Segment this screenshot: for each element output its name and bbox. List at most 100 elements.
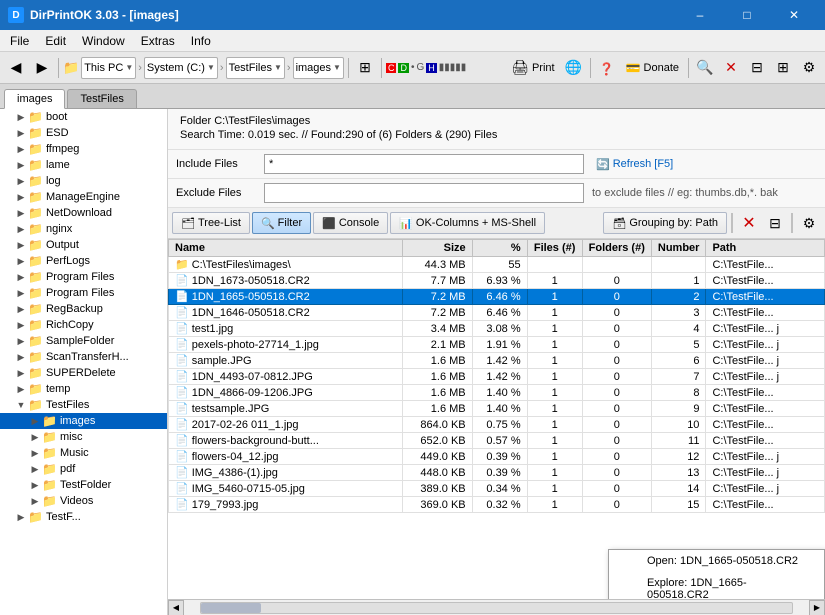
table-row[interactable]: 📄sample.JPG 1.6 MB 1.42 % 1 0 6 C:\TestF… <box>169 353 825 369</box>
tab-images[interactable]: images <box>4 89 65 109</box>
tree-item[interactable]: ▶ 📁 TestFolder <box>0 477 167 493</box>
console-button[interactable]: ⬛ Console <box>313 212 388 234</box>
table-row[interactable]: 📄pexels-photo-27714_1.jpg 2.1 MB 1.91 % … <box>169 337 825 353</box>
tree-expand-icon[interactable]: ▶ <box>28 414 42 428</box>
tree-item[interactable]: ▶ 📁 images <box>0 413 167 429</box>
tree-item[interactable]: ▶ 📁 lame <box>0 157 167 173</box>
refresh-button[interactable]: 🔄 Refresh [F5] <box>592 156 677 173</box>
table-row[interactable]: 📄flowers-04_12.jpg 449.0 KB 0.39 % 1 0 1… <box>169 449 825 465</box>
tree-item[interactable]: ▶ 📁 misc <box>0 429 167 445</box>
tree-expand-icon[interactable]: ▶ <box>28 478 42 492</box>
tree-expand-icon[interactable]: ▶ <box>14 286 28 300</box>
tree-item[interactable]: ▶ 📁 Music <box>0 445 167 461</box>
tree-expand-icon[interactable]: ▼ <box>14 398 28 412</box>
tree-item[interactable]: ▶ 📁 RegBackup <box>0 301 167 317</box>
drive-d[interactable]: D <box>398 63 409 73</box>
minimize-button[interactable]: – <box>677 0 723 30</box>
back-button[interactable]: ◀ <box>4 56 28 80</box>
table-row[interactable]: 📄2017-02-26 011_1.jpg 864.0 KB 0.75 % 1 … <box>169 417 825 433</box>
tree-item[interactable]: ▶ 📁 temp <box>0 381 167 397</box>
testfiles-dropdown[interactable]: TestFiles ▼ <box>226 57 285 79</box>
thispc-dropdown[interactable]: This PC ▼ <box>81 57 136 79</box>
tree-item[interactable]: ▶ 📁 TestF... <box>0 509 167 525</box>
ctx-open[interactable]: Open: 1DN_1665-050518.CR2 <box>609 550 824 572</box>
tree-item[interactable]: ▶ 📁 ScanTransferH... <box>0 349 167 365</box>
forward-button[interactable]: ▶ <box>30 56 54 80</box>
col-pct[interactable]: % <box>472 240 527 257</box>
tree-item[interactable]: ▶ 📁 Program Files <box>0 269 167 285</box>
close-button[interactable]: ✕ <box>771 0 817 30</box>
tree-expand-icon[interactable]: ▶ <box>14 318 28 332</box>
system-dropdown[interactable]: System (C:) ▼ <box>144 57 218 79</box>
exclude-input[interactable] <box>264 183 584 203</box>
more-button2[interactable]: ⊞ <box>771 56 795 80</box>
menu-info[interactable]: Info <box>183 32 219 50</box>
table-row[interactable]: 📄test1.jpg 3.4 MB 3.08 % 1 0 4 C:\TestFi… <box>169 321 825 337</box>
tree-expand-icon[interactable]: ▶ <box>14 206 28 220</box>
tree-item[interactable]: ▶ 📁 pdf <box>0 461 167 477</box>
tree-expand-icon[interactable]: ▶ <box>14 238 28 252</box>
tree-item[interactable]: ▶ 📁 Videos <box>0 493 167 509</box>
drive-c[interactable]: C <box>386 63 397 73</box>
tree-item[interactable]: ▶ 📁 ManageEngine <box>0 189 167 205</box>
tree-expand-icon[interactable]: ▶ <box>28 446 42 460</box>
table-area[interactable]: Name Size % Files (#) Folders (#) Number… <box>168 239 825 599</box>
table-row[interactable]: 📄1DN_1665-050518.CR2 7.2 MB 6.46 % 1 0 2… <box>169 289 825 305</box>
tree-expand-icon[interactable]: ▶ <box>14 174 28 188</box>
tree-expand-icon[interactable]: ▶ <box>14 110 28 124</box>
sub-settings-button[interactable]: ⚙ <box>797 211 821 235</box>
tree-expand-icon[interactable]: ▶ <box>14 350 28 364</box>
tree-expand-icon[interactable]: ▶ <box>14 334 28 348</box>
tree-item[interactable]: ▼ 📁 TestFiles <box>0 397 167 413</box>
table-row[interactable]: 📄179_7993.jpg 369.0 KB 0.32 % 1 0 15 C:\… <box>169 497 825 513</box>
tree-expand-icon[interactable]: ▶ <box>14 366 28 380</box>
search-button[interactable]: 🔍 <box>693 56 717 80</box>
col-name[interactable]: Name <box>169 240 403 257</box>
images-dropdown[interactable]: images ▼ <box>293 57 344 79</box>
drive-h[interactable]: H <box>426 63 437 73</box>
col-number[interactable]: Number <box>651 240 706 257</box>
table-row[interactable]: 📁C:\TestFiles\images\ 44.3 MB 55 C:\Test… <box>169 257 825 273</box>
col-path[interactable]: Path <box>706 240 825 257</box>
table-row[interactable]: 📄1DN_1673-050518.CR2 7.7 MB 6.93 % 1 0 1… <box>169 273 825 289</box>
tree-expand-icon[interactable]: ▶ <box>14 270 28 284</box>
tree-expand-icon[interactable]: ▶ <box>14 254 28 268</box>
tree-expand-icon[interactable]: ▶ <box>14 382 28 396</box>
tree-expand-icon[interactable]: ▶ <box>14 126 28 140</box>
col-files[interactable]: Files (#) <box>527 240 582 257</box>
include-input[interactable] <box>264 154 584 174</box>
tree-item[interactable]: ▶ 📁 Program Files <box>0 285 167 301</box>
menu-file[interactable]: File <box>2 32 37 50</box>
filter-button[interactable]: 🔍 Filter <box>252 212 311 234</box>
table-row[interactable]: 📄flowers-background-butt... 652.0 KB 0.5… <box>169 433 825 449</box>
stop-button[interactable]: ✕ <box>719 56 743 80</box>
donate-button[interactable]: Donate <box>621 56 684 80</box>
tree-item[interactable]: ▶ 📁 log <box>0 173 167 189</box>
menu-extras[interactable]: Extras <box>133 32 183 50</box>
okcolumns-button[interactable]: 📊 OK-Columns + MS-Shell <box>390 212 545 234</box>
tree-item[interactable]: ▶ 📁 ESD <box>0 125 167 141</box>
tree-scroll[interactable]: ▶ 📁 boot ▶ 📁 ESD ▶ 📁 ffmpeg ▶ 📁 lame ▶ 📁… <box>0 109 167 615</box>
tree-item[interactable]: ▶ 📁 NetDownload <box>0 205 167 221</box>
tree-item[interactable]: ▶ 📁 ffmpeg <box>0 141 167 157</box>
table-row[interactable]: 📄1DN_1646-050518.CR2 7.2 MB 6.46 % 1 0 3… <box>169 305 825 321</box>
sub-copy-button[interactable]: ⊟ <box>763 211 787 235</box>
tree-expand-icon[interactable]: ▶ <box>14 222 28 236</box>
treelist-button[interactable]: 🗂 Tree-List <box>172 212 250 234</box>
drive-g[interactable]: G <box>416 62 424 73</box>
tab-testfiles[interactable]: TestFiles <box>67 89 136 108</box>
tree-expand-icon[interactable]: ▶ <box>14 158 28 172</box>
hscroll-left[interactable]: ◀ <box>168 600 184 615</box>
table-row[interactable]: 📄1DN_4493-07-0812.JPG 1.6 MB 1.42 % 1 0 … <box>169 369 825 385</box>
tree-expand-icon[interactable]: ▶ <box>28 494 42 508</box>
tree-item[interactable]: ▶ 📁 boot <box>0 109 167 125</box>
menu-window[interactable]: Window <box>74 32 133 50</box>
tree-item[interactable]: ▶ 📁 RichCopy <box>0 317 167 333</box>
tree-expand-icon[interactable]: ▶ <box>14 302 28 316</box>
globe-button[interactable] <box>562 56 586 80</box>
tree-item[interactable]: ▶ 📁 nginx <box>0 221 167 237</box>
table-row[interactable]: 📄IMG_4386-(1).jpg 448.0 KB 0.39 % 1 0 13… <box>169 465 825 481</box>
tree-item[interactable]: ▶ 📁 SampleFolder <box>0 333 167 349</box>
hscroll-right[interactable]: ▶ <box>809 600 825 615</box>
table-row[interactable]: 📄1DN_4866-09-1206.JPG 1.6 MB 1.40 % 1 0 … <box>169 385 825 401</box>
